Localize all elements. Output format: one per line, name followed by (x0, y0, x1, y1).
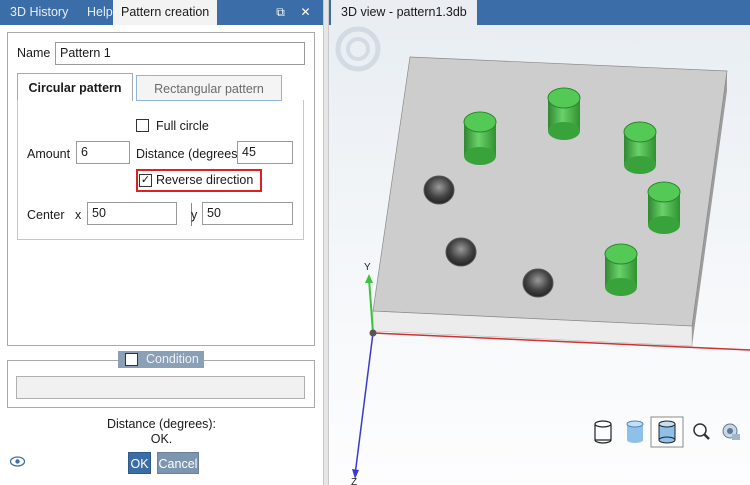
cancel-button[interactable]: Cancel (157, 452, 199, 474)
view-toolbar (594, 416, 740, 448)
center-label: Center (27, 208, 65, 222)
y-axis (368, 278, 374, 334)
pattern-cylinder (623, 121, 657, 174)
hole (522, 268, 554, 298)
amount-input[interactable]: 6 (76, 141, 130, 164)
pattern-form: Name Pattern 1 Circular pattern Rectangu… (7, 32, 315, 346)
panel-tab-bar: 3D History Help Pattern creation ⧉ ✕ (0, 0, 323, 25)
z-axis-label: Z (351, 477, 357, 485)
shaded-edges-cylinder-icon[interactable] (658, 420, 676, 444)
full-circle-label: Full circle (156, 119, 209, 133)
distance-input[interactable]: 45 (237, 141, 293, 164)
rotate-view-icon[interactable] (335, 26, 381, 72)
pattern-cylinder (463, 111, 497, 165)
viewport-tab-bar: 3D view - pattern1.3db (329, 0, 750, 25)
wireframe-cylinder-icon[interactable] (594, 420, 612, 444)
name-label: Name (17, 46, 51, 60)
tab-rectangular-pattern[interactable]: Rectangular pattern (136, 75, 282, 101)
zoom-icon[interactable] (693, 423, 710, 440)
close-icon[interactable]: ✕ (299, 6, 312, 19)
tab-circular-pattern[interactable]: Circular pattern (17, 73, 133, 101)
view-options-icon[interactable] (722, 423, 740, 440)
distance-label: Distance (degrees) (136, 147, 242, 161)
3d-viewport[interactable]: Y Z (329, 25, 750, 485)
3d-scene: Y Z (335, 26, 750, 485)
tab-3d-view[interactable]: 3D view - pattern1.3db (331, 0, 477, 25)
viewport-panel: 3D view - pattern1.3db Y Z (329, 0, 750, 485)
eye-icon[interactable] (10, 456, 25, 467)
status-value: OK. (150, 432, 173, 446)
full-circle-checkbox[interactable] (136, 119, 149, 132)
ok-button[interactable]: OK (128, 452, 151, 474)
pattern-cylinder (647, 181, 681, 234)
tab-3d-history[interactable]: 3D History (2, 0, 76, 25)
center-y-input[interactable]: 50 (202, 202, 293, 225)
name-input[interactable]: Pattern 1 (55, 42, 305, 65)
condition-label: Condition (146, 352, 199, 366)
pattern-cylinder (547, 87, 581, 140)
pin-icon[interactable]: ⧉ (274, 6, 287, 19)
pattern-cylinder (604, 243, 638, 296)
shaded-cylinder-icon[interactable] (626, 420, 644, 443)
hole (423, 175, 455, 205)
pattern-panel: 3D History Help Pattern creation ⧉ ✕ Nam… (0, 0, 323, 485)
condition-checkbox[interactable] (125, 353, 138, 366)
amount-label: Amount (27, 147, 71, 161)
status-label: Distance (degrees): (106, 417, 217, 431)
condition-header[interactable]: Condition (118, 351, 204, 368)
center-x-label: x (75, 208, 82, 222)
y-axis-label: Y (364, 262, 371, 273)
condition-input[interactable] (16, 376, 305, 399)
center-y-label: y (191, 208, 198, 222)
center-x-input[interactable]: 50 (87, 202, 177, 225)
hole (445, 237, 477, 267)
reverse-direction-label: Reverse direction (156, 173, 254, 187)
tab-pattern-creation[interactable]: Pattern creation (113, 0, 218, 25)
z-axis (354, 332, 374, 476)
reverse-direction-checkbox[interactable]: ✓ (139, 174, 152, 187)
